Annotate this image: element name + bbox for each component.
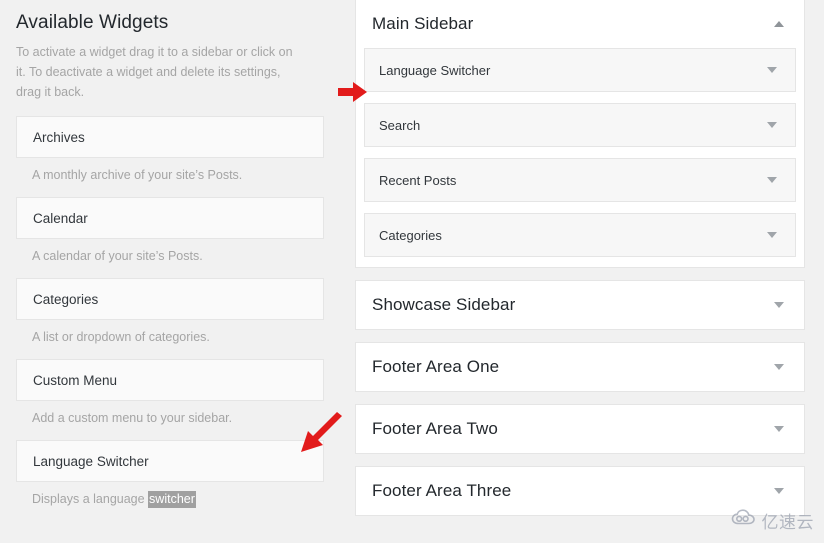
sidebar-widget-name: Language Switcher <box>379 62 491 78</box>
sidebar-panel-header[interactable]: Showcase Sidebar <box>356 281 804 329</box>
available-widget-name: Categories <box>33 291 99 307</box>
sidebar-panel: Footer Area Three <box>355 466 805 516</box>
available-widget-description-text: A monthly archive of your site’s Posts. <box>32 168 243 182</box>
caret-up-icon[interactable] <box>774 21 784 27</box>
sidebar-panel-header[interactable]: Footer Area Three <box>356 467 804 515</box>
caret-down-icon[interactable] <box>767 67 777 73</box>
available-widget-description-text: Displays a language <box>32 492 149 506</box>
caret-down-icon[interactable] <box>767 122 777 128</box>
available-widget-description-text: A calendar of your site’s Posts. <box>32 249 203 263</box>
available-widget-description: A list or dropdown of categories. <box>16 320 324 345</box>
sidebar-widget-row[interactable]: Categories <box>364 213 796 257</box>
page-title: Available Widgets <box>16 12 169 33</box>
sidebar-widget-row[interactable]: Recent Posts <box>364 158 796 202</box>
available-widget-description: A monthly archive of your site’s Posts. <box>16 158 324 183</box>
sidebar-panel: Footer Area Two <box>355 404 805 454</box>
sidebar-widget-row[interactable]: Language Switcher <box>364 48 796 92</box>
available-widget-item[interactable]: Categories <box>16 278 324 320</box>
sidebar-panel-body: Language Switcher Search Recent Posts Categ… <box>356 48 804 267</box>
selected-text-highlight: switcher <box>148 491 196 508</box>
available-widget-item[interactable]: Custom Menu <box>16 359 324 401</box>
sidebar-panel-title: Showcase Sidebar <box>372 295 516 314</box>
available-widget-name: Custom Menu <box>33 372 118 388</box>
available-widget-name: Language Switcher <box>33 453 149 469</box>
sidebar-panel-title: Footer Area Two <box>372 419 498 438</box>
sidebar-widget-name: Search <box>379 117 421 133</box>
sidebar-panel-title: Footer Area Three <box>372 481 512 500</box>
available-widgets-panel: Available Widgets To activate a widget d… <box>0 0 340 543</box>
available-widget-description-text: A list or dropdown of categories. <box>32 330 210 344</box>
caret-down-icon[interactable] <box>774 364 784 370</box>
caret-down-icon[interactable] <box>774 426 784 432</box>
sidebar-widget-name: Categories <box>379 227 442 243</box>
sidebar-panel: Showcase Sidebar <box>355 280 805 330</box>
available-widget-name: Calendar <box>33 210 88 226</box>
caret-down-icon[interactable] <box>774 488 784 494</box>
available-widget-description-text: Add a custom menu to your sidebar. <box>32 411 233 425</box>
sidebar-panel: Footer Area One <box>355 342 805 392</box>
available-widget-item[interactable]: Language Switcher <box>16 440 324 482</box>
available-widget-description: A calendar of your site’s Posts. <box>16 239 324 264</box>
sidebar-panel-header[interactable]: Main Sidebar <box>356 0 804 48</box>
sidebars-column: Main Sidebar Language Switcher Search Recen… <box>355 0 805 543</box>
available-widget-description: Add a custom menu to your sidebar. <box>16 401 324 426</box>
sidebar-panel-header[interactable]: Footer Area One <box>356 343 804 391</box>
available-widget-item[interactable]: Calendar <box>16 197 324 239</box>
available-widgets-description: To activate a widget drag it to a sideba… <box>16 45 293 99</box>
caret-down-icon[interactable] <box>774 302 784 308</box>
caret-down-icon[interactable] <box>767 177 777 183</box>
available-widget-name: Archives <box>33 129 85 145</box>
sidebar-panel-title: Main Sidebar <box>372 14 474 33</box>
sidebar-widget-row[interactable]: Search <box>364 103 796 147</box>
sidebar-widget-name: Recent Posts <box>379 172 457 188</box>
sidebar-panel-title: Footer Area One <box>372 357 500 376</box>
caret-down-icon[interactable] <box>767 232 777 238</box>
available-widgets-list: Archives A monthly archive of your site’s… <box>0 116 340 508</box>
available-widget-item[interactable]: Archives <box>16 116 324 158</box>
available-widget-description: Displays a language switcher <box>16 482 324 508</box>
sidebar-panel-header[interactable]: Footer Area Two <box>356 405 804 453</box>
sidebar-panel: Main Sidebar Language Switcher Search Recen… <box>355 0 805 268</box>
